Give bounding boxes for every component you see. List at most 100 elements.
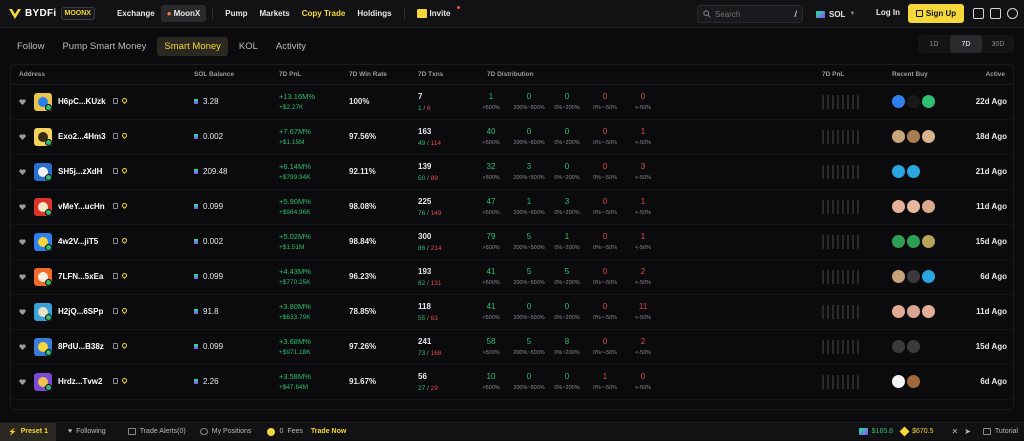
col-7d-pnl[interactable]: 7D PnL xyxy=(279,71,301,78)
recent-token-icon[interactable] xyxy=(892,235,905,248)
recent-token-icon[interactable] xyxy=(892,375,905,388)
copy-icon[interactable] xyxy=(112,238,118,244)
fullscreen-icon[interactable] xyxy=(990,8,1001,19)
following-button[interactable]: ♥ Following xyxy=(68,428,106,435)
recent-token-icon[interactable] xyxy=(922,305,935,318)
recent-token-icon[interactable] xyxy=(907,270,920,283)
globe-icon[interactable] xyxy=(1007,8,1018,19)
col-win-rate[interactable]: 7D Win Rate xyxy=(349,71,387,78)
nav-moonx[interactable]: ● MoonX xyxy=(160,5,207,22)
col-txns[interactable]: 7D Txns xyxy=(418,71,443,78)
table-row[interactable]: vMeY...ucHn 0.099 +5.90M% +$984.96K 98.0… xyxy=(11,190,1013,225)
heart-icon[interactable] xyxy=(19,274,26,280)
recent-token-icon[interactable] xyxy=(892,165,905,178)
tab-smart-money[interactable]: Smart Money xyxy=(157,36,228,56)
recent-token-icon[interactable] xyxy=(922,200,935,213)
table-row[interactable]: 7LFN...5xEa 0.099 +4.43M% +$770.25K 96.2… xyxy=(11,260,1013,295)
tab-activity[interactable]: Activity xyxy=(269,37,313,56)
copy-icon[interactable] xyxy=(112,203,118,209)
recent-token-icon[interactable] xyxy=(907,95,920,108)
tab-pump-smart-money[interactable]: Pump Smart Money xyxy=(55,37,153,56)
range-1d[interactable]: 1D xyxy=(918,35,950,53)
recent-token-icon[interactable] xyxy=(907,340,920,353)
range-30d[interactable]: 30D xyxy=(982,35,1014,53)
recent-token-icon[interactable] xyxy=(907,200,920,213)
trade-now-button[interactable]: Trade Now xyxy=(311,428,346,435)
heart-icon[interactable] xyxy=(19,134,26,140)
heart-icon[interactable] xyxy=(19,309,26,315)
range-7d[interactable]: 7D xyxy=(950,35,982,53)
nav-copy-trade[interactable]: Copy Trade xyxy=(296,9,352,18)
nav-markets[interactable]: Markets xyxy=(254,9,296,18)
col-active[interactable]: Active xyxy=(985,71,1005,78)
recent-token-icon[interactable] xyxy=(892,270,905,283)
location-pin-icon[interactable] xyxy=(120,306,128,315)
recent-token-icon[interactable] xyxy=(907,165,920,178)
nav-pump[interactable]: Pump xyxy=(219,9,253,18)
table-row[interactable]: 4w2V...jiT5 0.002 +5.02M% +$1.51M 98.84%… xyxy=(11,225,1013,260)
location-pin-icon[interactable] xyxy=(120,201,128,210)
copy-icon[interactable] xyxy=(112,378,118,384)
chain-selector[interactable]: SOL ▼ xyxy=(812,5,859,23)
download-icon[interactable] xyxy=(973,8,984,19)
recent-token-icon[interactable] xyxy=(892,200,905,213)
table-row[interactable]: H2jQ...6SPp 91.8 +3.80M% +$633.79K 78.85… xyxy=(11,295,1013,330)
recent-token-icon[interactable] xyxy=(892,130,905,143)
my-positions-button[interactable]: My Positions xyxy=(199,428,251,435)
nav-exchange[interactable]: Exchange xyxy=(111,9,161,18)
search-box[interactable]: / xyxy=(697,5,803,23)
logo[interactable]: BYDFi MOONX xyxy=(9,7,95,20)
recent-token-icon[interactable] xyxy=(907,130,920,143)
location-pin-icon[interactable] xyxy=(120,236,128,245)
recent-token-icon[interactable] xyxy=(907,375,920,388)
copy-icon[interactable] xyxy=(112,343,118,349)
table-row[interactable]: Exo2...4Hm3 0.002 +7.67M% +$1.15M 97.56%… xyxy=(11,120,1013,155)
heart-icon[interactable] xyxy=(19,99,26,105)
table-row[interactable]: Hrdz...Tvw2 2.26 +3.58M% +$47.64M 91.67%… xyxy=(11,365,1013,400)
location-pin-icon[interactable] xyxy=(120,96,128,105)
heart-icon[interactable] xyxy=(19,204,26,210)
recent-token-icon[interactable] xyxy=(922,270,935,283)
wallet-address[interactable]: 8PdU...B38z xyxy=(58,342,104,351)
location-pin-icon[interactable] xyxy=(120,341,128,350)
signup-button[interactable]: Sign Up xyxy=(908,4,964,23)
wallet-address[interactable]: Hrdz...Tvw2 xyxy=(58,377,102,386)
heart-icon[interactable] xyxy=(19,379,26,385)
recent-token-icon[interactable] xyxy=(892,340,905,353)
recent-token-icon[interactable] xyxy=(922,130,935,143)
heart-icon[interactable] xyxy=(19,169,26,175)
location-pin-icon[interactable] xyxy=(120,376,128,385)
heart-icon[interactable] xyxy=(19,344,26,350)
preset-button[interactable]: ⚡ Preset 1 xyxy=(0,422,56,441)
wallet-address[interactable]: H2jQ...6SPp xyxy=(58,307,103,316)
invite-button[interactable]: Invite xyxy=(411,6,461,18)
wallet-address[interactable]: vMeY...ucHn xyxy=(58,202,105,211)
recent-token-icon[interactable] xyxy=(907,305,920,318)
trade-alerts-button[interactable]: Trade Alerts(0) xyxy=(127,428,186,435)
wallet-address[interactable]: Exo2...4Hm3 xyxy=(58,132,106,141)
tab-kol[interactable]: KOL xyxy=(232,37,265,56)
recent-token-icon[interactable] xyxy=(907,235,920,248)
location-pin-icon[interactable] xyxy=(120,131,128,140)
wallet-address[interactable]: SH5j...zXdH xyxy=(58,167,102,176)
recent-token-icon[interactable] xyxy=(892,95,905,108)
location-pin-icon[interactable] xyxy=(120,271,128,280)
copy-icon[interactable] xyxy=(112,98,118,104)
recent-token-icon[interactable] xyxy=(922,95,935,108)
table-row[interactable]: SH5j...zXdH 209.48 +6.14M% +$799.94K 92.… xyxy=(11,155,1013,190)
copy-icon[interactable] xyxy=(112,273,118,279)
heart-icon[interactable] xyxy=(19,239,26,245)
copy-icon[interactable] xyxy=(112,308,118,314)
col-sol-balance[interactable]: SOL Balance xyxy=(194,71,234,78)
table-row[interactable]: 8PdU...B38z 0.099 +3.68M% +$971.18K 97.2… xyxy=(11,330,1013,365)
recent-token-icon[interactable] xyxy=(892,305,905,318)
recent-token-icon[interactable] xyxy=(922,235,935,248)
wallet-address[interactable]: 7LFN...5xEa xyxy=(58,272,103,281)
telegram-icon[interactable]: ➤ xyxy=(964,427,971,436)
tab-follow[interactable]: Follow xyxy=(10,37,51,56)
search-input[interactable] xyxy=(715,9,785,19)
wallet-address[interactable]: 4w2V...jiT5 xyxy=(58,237,98,246)
x-social-icon[interactable]: ✕ xyxy=(952,427,959,436)
location-pin-icon[interactable] xyxy=(120,166,128,175)
login-button[interactable]: Log In xyxy=(876,8,900,17)
